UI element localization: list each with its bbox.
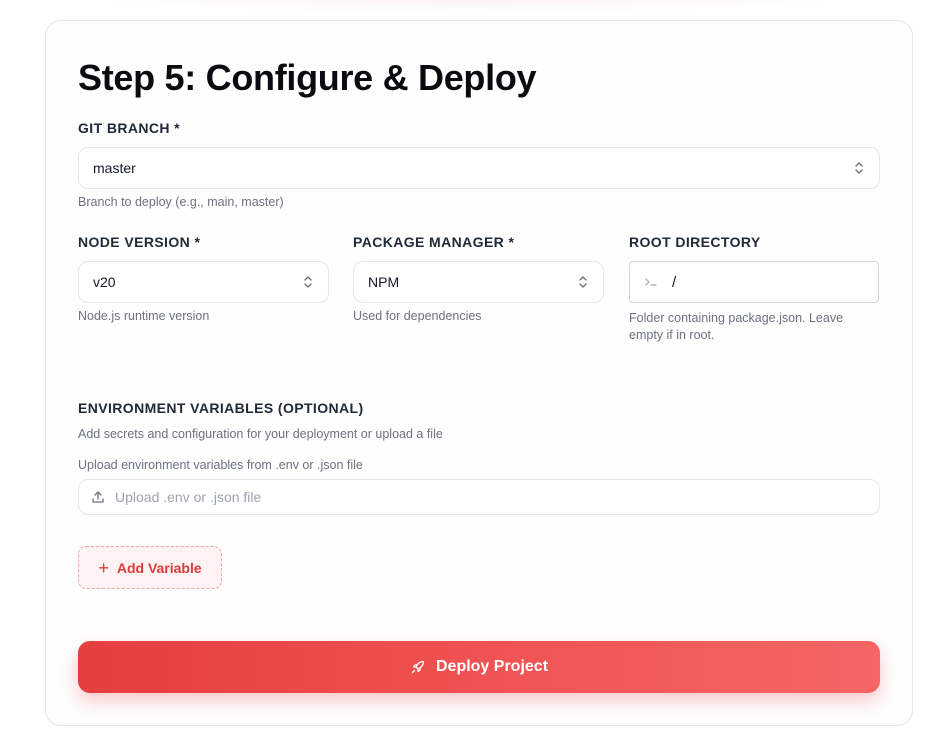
env-vars-description: Add secrets and configuration for your d…: [78, 427, 443, 441]
add-variable-button[interactable]: + Add Variable: [78, 546, 222, 589]
node-version-value: v20: [93, 274, 116, 290]
env-upload-input[interactable]: Upload .env or .json file: [78, 479, 880, 515]
env-upload-placeholder: Upload .env or .json file: [115, 489, 262, 505]
upload-icon: [92, 491, 104, 503]
env-upload-label: Upload environment variables from .env o…: [78, 458, 363, 472]
chevron-up-down-icon: [855, 162, 863, 174]
terminal-icon: [645, 278, 657, 286]
chevron-up-down-icon: [579, 276, 587, 288]
git-branch-value: master: [93, 160, 136, 176]
rocket-icon: [411, 660, 425, 674]
package-manager-hint: Used for dependencies: [353, 309, 482, 323]
configure-deploy-card: Step 5: Configure & Deploy GIT BRANCH * …: [45, 20, 913, 726]
root-directory-label: ROOT DIRECTORY: [629, 234, 761, 250]
git-branch-hint: Branch to deploy (e.g., main, master): [78, 195, 284, 209]
root-directory-hint: Folder containing package.json. Leave em…: [629, 311, 844, 342]
add-variable-label: Add Variable: [116, 559, 202, 576]
top-glow: [60, 0, 880, 14]
package-manager-select[interactable]: NPM: [353, 261, 604, 303]
git-branch-label: GIT BRANCH *: [78, 120, 181, 136]
deploy-project-label: Deploy Project: [435, 658, 549, 675]
chevron-up-down-icon: [304, 276, 312, 288]
env-vars-label: ENVIRONMENT VARIABLES (OPTIONAL): [78, 400, 364, 416]
node-version-label: NODE VERSION *: [78, 234, 201, 250]
node-version-hint: Node.js runtime version: [78, 309, 210, 323]
page-title: Step 5: Configure & Deploy: [78, 57, 537, 98]
package-manager-value: NPM: [368, 274, 400, 290]
git-branch-select[interactable]: master: [78, 147, 880, 189]
root-directory-input[interactable]: /: [629, 261, 879, 303]
node-version-select[interactable]: v20: [78, 261, 329, 303]
package-manager-label: PACKAGE MANAGER *: [353, 234, 515, 250]
root-directory-value: /: [672, 273, 677, 291]
plus-icon: +: [98, 557, 109, 578]
deploy-project-button[interactable]: Deploy Project: [78, 641, 880, 693]
